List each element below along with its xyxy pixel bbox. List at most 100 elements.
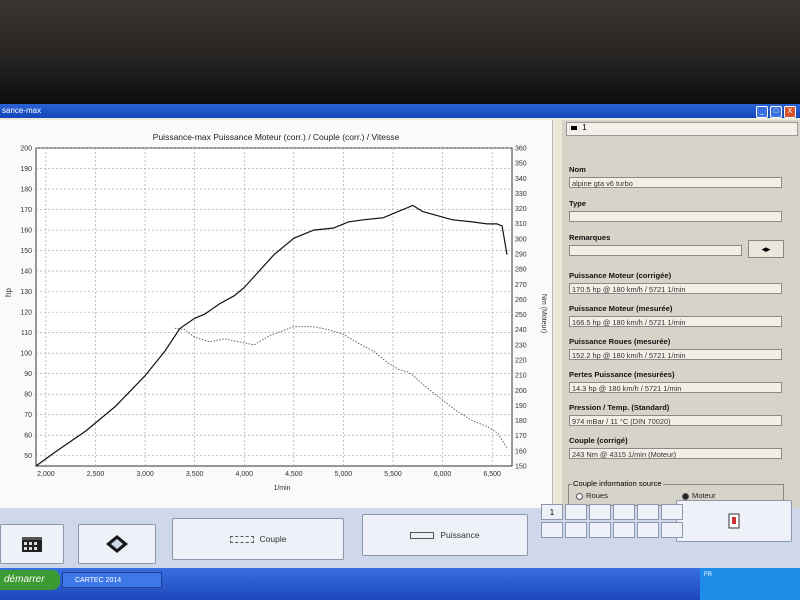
x-axis-label: 1/min <box>273 485 290 492</box>
taskbar: démarrer CARTEC 2014 FR <box>0 568 800 600</box>
y-tick-label: 90 <box>24 371 32 378</box>
pertes-field: 14.3 hp @ 180 km/h / 5721 1/min <box>569 382 782 393</box>
remarques-field[interactable] <box>569 245 742 256</box>
y2-tick-label: 340 <box>515 176 527 183</box>
puissance-button[interactable]: Puissance <box>362 514 528 556</box>
x-ticks: 2,000 2,500 3,000 3,500 4,000 4,500 5,000 5,500… <box>37 471 501 478</box>
print-button[interactable] <box>676 500 792 542</box>
dyno-chart-panel: Puissance-max Puissance Moteur (corr.) /… <box>0 120 553 508</box>
y-ticks: 50 60 70 80 90 100 110 120 130 140 150 160 170 180 190… <box>20 146 32 461</box>
window-controls: _ □ X <box>756 106 796 118</box>
couple-legend-icon <box>229 535 254 543</box>
couple-button[interactable]: Couple <box>172 518 344 560</box>
pertes-label: Pertes Puissance (mesurées) <box>569 370 675 379</box>
y2-tick-label: 250 <box>515 312 527 319</box>
pr-mes-field: 152.2 hp @ 180 km/h / 5721 1/min <box>569 349 782 360</box>
y-tick-label: 160 <box>20 228 32 235</box>
maximize-button[interactable]: □ <box>770 106 782 118</box>
y-tick-label: 200 <box>20 146 32 153</box>
y2-tick-label: 300 <box>515 236 527 243</box>
x-tick-label: 4,500 <box>285 471 303 478</box>
x-tick-label: 2,500 <box>87 471 105 478</box>
y2-tick-label: 280 <box>515 267 527 274</box>
y2-tick-label: 220 <box>515 358 527 365</box>
puissance-button-label: Puissance <box>440 530 480 540</box>
keypad-key[interactable] <box>613 504 635 520</box>
logo-button[interactable] <box>78 524 156 564</box>
y2-tick-label: 350 <box>515 161 527 168</box>
keypad-key[interactable] <box>565 522 587 538</box>
y-tick-label: 120 <box>20 310 32 317</box>
y-tick-label: 140 <box>20 269 32 276</box>
x-tick-label: 6,000 <box>434 471 452 478</box>
calendar-icon <box>22 537 42 552</box>
print-icon <box>728 513 740 529</box>
keypad-key[interactable] <box>637 522 659 538</box>
y-tick-label: 60 <box>24 433 32 440</box>
logo-icon <box>106 535 128 553</box>
type-label: Type <box>569 199 587 208</box>
radio-moteur[interactable]: Moteur <box>682 491 716 500</box>
close-button[interactable]: X <box>784 106 796 118</box>
nom-field[interactable]: alpine gta v6 turbo <box>569 177 782 188</box>
y-tick-label: 100 <box>20 351 32 358</box>
keypad-key[interactable] <box>589 522 611 538</box>
y2-tick-label: 150 <box>515 464 527 471</box>
nom-label: Nom <box>569 165 586 174</box>
couple-button-label: Couple <box>259 534 287 544</box>
remarques-label: Remarques <box>569 233 611 242</box>
tab-header[interactable]: 1 <box>566 122 798 136</box>
tray-language[interactable]: FR <box>704 572 712 578</box>
keypad-key[interactable] <box>589 504 611 520</box>
x-tick-label: 5,500 <box>384 471 402 478</box>
y2-tick-label: 210 <box>515 373 527 380</box>
radio-roues[interactable]: Roues <box>576 491 608 500</box>
tab-marker-icon <box>571 125 577 130</box>
x-tick-label: 4,000 <box>235 471 253 478</box>
x-tick-label: 3,000 <box>136 471 154 478</box>
plot-area <box>35 147 513 467</box>
pm-mes-field: 166.5 hp @ 180 km/h / 5721 1/min <box>569 316 782 327</box>
pr-mes-label: Puissance Roues (mesurée) <box>569 337 671 346</box>
dyno-chart: 2,000 2,500 3,000 3,500 4,000 4,500 5,000 5,500… <box>20 146 527 493</box>
minimize-button[interactable]: _ <box>756 106 768 118</box>
radio-moteur-dot <box>682 492 689 500</box>
keypad-key[interactable] <box>661 504 683 520</box>
y2-tick-label: 200 <box>515 388 527 395</box>
y2-tick-label: 330 <box>515 191 527 198</box>
x-tick-label: 5,000 <box>335 471 353 478</box>
y-tick-label: 110 <box>21 330 32 337</box>
couple-label: Couple (corrigé) <box>569 436 628 445</box>
start-button[interactable]: démarrer <box>0 570 60 590</box>
couple-source-label: Couple information source <box>572 479 663 488</box>
keypad-key[interactable] <box>661 522 683 538</box>
expand-button[interactable]: ◂▸ <box>748 240 784 258</box>
y-tick-label: 50 <box>24 453 32 460</box>
y-tick-label: 80 <box>24 392 32 399</box>
taskbar-app-cartec[interactable]: CARTEC 2014 <box>62 572 162 588</box>
calendar-button[interactable] <box>0 524 64 564</box>
pm-corr-label: Puissance Moteur (corrigée) <box>569 271 672 280</box>
keypad-key[interactable] <box>613 522 635 538</box>
y-tick-label: 70 <box>24 412 32 419</box>
results-panel: 1 Nom alpine gta v6 turbo Type Remarques… <box>562 120 800 508</box>
x-tick-label: 2,000 <box>37 471 55 478</box>
keypad-key-1[interactable]: 1 <box>541 504 563 520</box>
y2-tick-label: 270 <box>515 282 527 289</box>
y2-ticks: 150 160 170 180 190 200 210 220 230 240 250 260 270 2… <box>515 146 527 471</box>
keypad-key[interactable] <box>565 504 587 520</box>
type-field[interactable] <box>569 211 782 222</box>
radio-moteur-label: Moteur <box>692 491 716 500</box>
x-tick-label: 3,500 <box>186 471 204 478</box>
pression-field: 974 mBar / 11 °C (DIN 70020) <box>569 415 782 426</box>
app-screen: sance-max _ □ X Puissance-max Puissance … <box>0 104 800 600</box>
keypad-key[interactable] <box>637 504 659 520</box>
couple-field: 243 Nm @ 4315 1/min (Moteur) <box>569 448 782 459</box>
y2-tick-label: 160 <box>515 448 527 455</box>
y2-tick-label: 230 <box>515 342 527 349</box>
monitor-bezel <box>0 0 800 104</box>
y-tick-label: 170 <box>20 207 32 214</box>
pm-corr-field: 170.5 hp @ 180 km/h / 5721 1/min <box>569 283 782 294</box>
keypad-key[interactable] <box>541 522 563 538</box>
radio-roues-dot <box>576 492 583 500</box>
